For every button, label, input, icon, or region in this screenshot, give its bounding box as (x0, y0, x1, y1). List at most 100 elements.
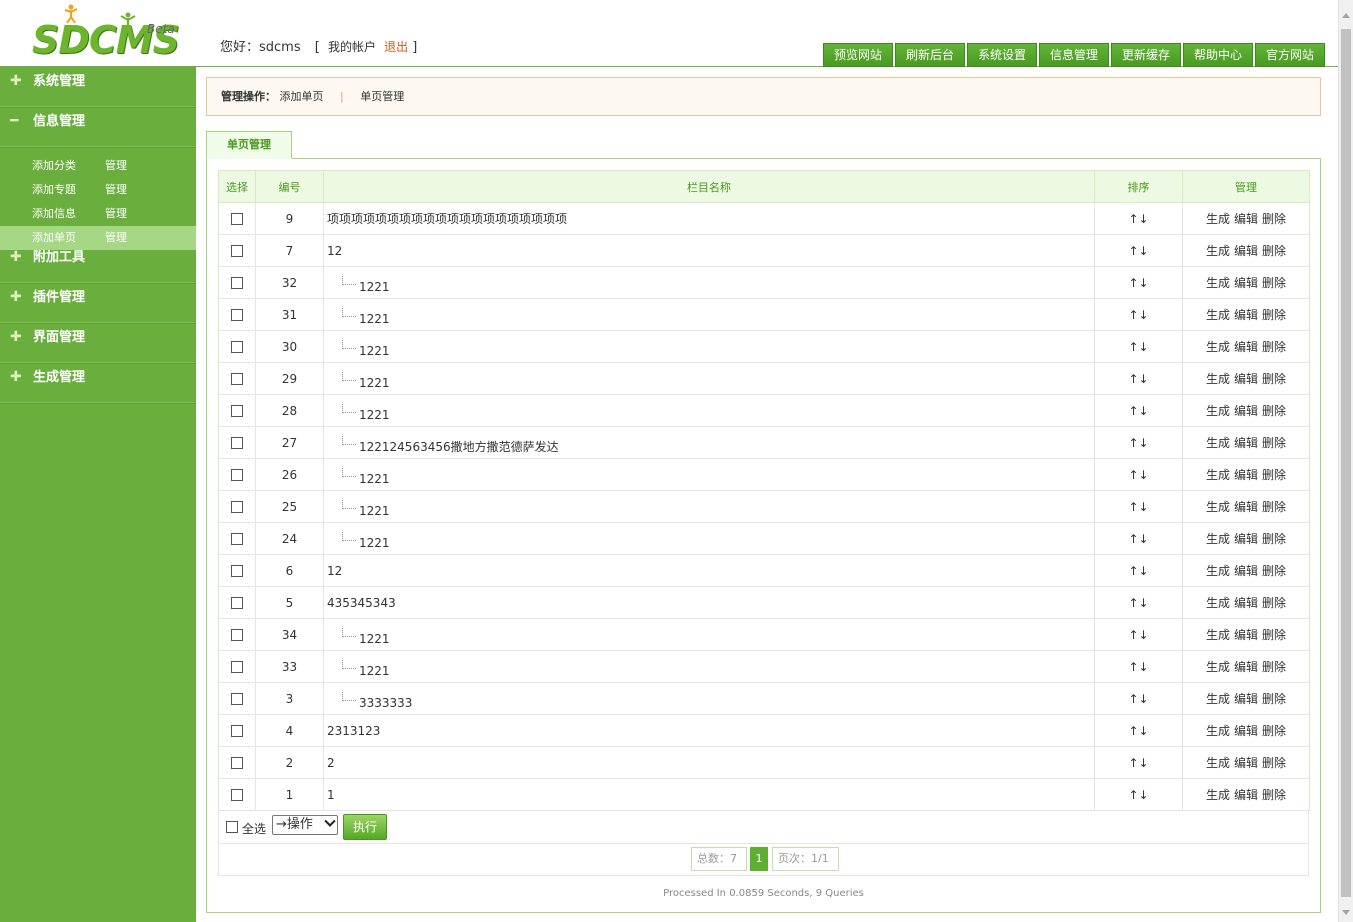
delete-link[interactable]: 删除 (1262, 756, 1286, 770)
sort-arrows-icon[interactable]: ↑↓ (1128, 724, 1148, 738)
delete-link[interactable]: 删除 (1262, 212, 1286, 226)
edit-link[interactable]: 编辑 (1234, 692, 1258, 706)
row-checkbox[interactable] (231, 789, 243, 801)
row-name[interactable]: 1221 (359, 536, 390, 550)
row-name[interactable]: 12 (327, 244, 342, 258)
delete-link[interactable]: 删除 (1262, 404, 1286, 418)
sort-arrows-icon[interactable]: ↑↓ (1128, 500, 1148, 514)
edit-link[interactable]: 编辑 (1234, 532, 1258, 546)
sidebar-group-plugins[interactable]: ✚ 插件管理 (0, 283, 196, 323)
row-checkbox[interactable] (231, 213, 243, 225)
delete-link[interactable]: 删除 (1262, 596, 1286, 610)
delete-link[interactable]: 删除 (1262, 244, 1286, 258)
edit-link[interactable]: 编辑 (1234, 564, 1258, 578)
edit-link[interactable]: 编辑 (1234, 340, 1258, 354)
delete-link[interactable]: 删除 (1262, 372, 1286, 386)
row-name[interactable]: 1221 (359, 632, 390, 646)
generate-link[interactable]: 生成 (1206, 724, 1230, 738)
sidebar-group-info[interactable]: ━ 信息管理 (0, 107, 196, 147)
row-checkbox[interactable] (231, 565, 243, 577)
generate-link[interactable]: 生成 (1206, 404, 1230, 418)
nav-system-settings[interactable]: 系统设置 (967, 43, 1037, 67)
row-checkbox[interactable] (231, 309, 243, 321)
action-select[interactable]: →操作 (272, 815, 338, 835)
row-name[interactable]: 1221 (359, 312, 390, 326)
row-checkbox[interactable] (231, 725, 243, 737)
row-name[interactable]: 1221 (359, 504, 390, 518)
edit-link[interactable]: 编辑 (1234, 212, 1258, 226)
row-checkbox[interactable] (231, 469, 243, 481)
row-checkbox[interactable] (231, 501, 243, 513)
generate-link[interactable]: 生成 (1206, 660, 1230, 674)
row-name[interactable]: 3333333 (359, 696, 412, 710)
row-name[interactable]: 2313123 (327, 724, 380, 738)
row-checkbox[interactable] (231, 245, 243, 257)
sidebar-group-interface[interactable]: ✚ 界面管理 (0, 323, 196, 363)
sdcms-logo[interactable]: SDCMS Beta (30, 4, 180, 62)
add-topic-link[interactable]: 添加专题 (32, 178, 76, 202)
select-all-checkbox[interactable] (226, 821, 238, 833)
delete-link[interactable]: 删除 (1262, 436, 1286, 450)
nav-update-cache[interactable]: 更新缓存 (1111, 43, 1181, 67)
delete-link[interactable]: 删除 (1262, 468, 1286, 482)
generate-link[interactable]: 生成 (1206, 372, 1230, 386)
scroll-up-icon[interactable] (1342, 13, 1350, 18)
sort-arrows-icon[interactable]: ↑↓ (1128, 404, 1148, 418)
delete-link[interactable]: 删除 (1262, 340, 1286, 354)
edit-link[interactable]: 编辑 (1234, 244, 1258, 258)
edit-link[interactable]: 编辑 (1234, 468, 1258, 482)
row-name[interactable]: 1 (327, 788, 335, 802)
sort-arrows-icon[interactable]: ↑↓ (1128, 692, 1148, 706)
manage-page-action[interactable]: 单页管理 (360, 90, 404, 103)
manage-info-link[interactable]: 管理 (105, 202, 127, 226)
edit-link[interactable]: 编辑 (1234, 276, 1258, 290)
row-name[interactable]: 122124563456撒地方撒范德萨发达 (359, 440, 559, 454)
my-account-link[interactable]: 我的帐户 (328, 40, 376, 54)
generate-link[interactable]: 生成 (1206, 628, 1230, 642)
generate-link[interactable]: 生成 (1206, 436, 1230, 450)
manage-category-link[interactable]: 管理 (105, 154, 127, 178)
delete-link[interactable]: 删除 (1262, 308, 1286, 322)
generate-link[interactable]: 生成 (1206, 340, 1230, 354)
delete-link[interactable]: 删除 (1262, 660, 1286, 674)
sidebar-group-system[interactable]: ✚ 系统管理 (0, 67, 196, 107)
sort-arrows-icon[interactable]: ↑↓ (1128, 660, 1148, 674)
row-name[interactable]: 1221 (359, 472, 390, 486)
generate-link[interactable]: 生成 (1206, 276, 1230, 290)
sort-arrows-icon[interactable]: ↑↓ (1128, 212, 1148, 226)
generate-link[interactable]: 生成 (1206, 500, 1230, 514)
generate-link[interactable]: 生成 (1206, 308, 1230, 322)
edit-link[interactable]: 编辑 (1234, 756, 1258, 770)
sort-arrows-icon[interactable]: ↑↓ (1128, 564, 1148, 578)
edit-link[interactable]: 编辑 (1234, 308, 1258, 322)
sidebar-group-generate[interactable]: ✚ 生成管理 (0, 363, 196, 403)
row-checkbox[interactable] (231, 629, 243, 641)
nav-official-site[interactable]: 官方网站 (1255, 43, 1325, 67)
row-checkbox[interactable] (231, 533, 243, 545)
add-info-link[interactable]: 添加信息 (32, 202, 76, 226)
edit-link[interactable]: 编辑 (1234, 788, 1258, 802)
generate-link[interactable]: 生成 (1206, 212, 1230, 226)
sort-arrows-icon[interactable]: ↑↓ (1128, 308, 1148, 322)
nav-help-center[interactable]: 帮助中心 (1183, 43, 1253, 67)
sort-arrows-icon[interactable]: ↑↓ (1128, 788, 1148, 802)
generate-link[interactable]: 生成 (1206, 244, 1230, 258)
edit-link[interactable]: 编辑 (1234, 436, 1258, 450)
row-checkbox[interactable] (231, 405, 243, 417)
sort-arrows-icon[interactable]: ↑↓ (1128, 468, 1148, 482)
sort-arrows-icon[interactable]: ↑↓ (1128, 756, 1148, 770)
vertical-scrollbar[interactable] (1338, 0, 1353, 922)
row-name[interactable]: 1221 (359, 376, 390, 390)
edit-link[interactable]: 编辑 (1234, 372, 1258, 386)
row-checkbox[interactable] (231, 437, 243, 449)
edit-link[interactable]: 编辑 (1234, 724, 1258, 738)
row-name[interactable]: 1221 (359, 344, 390, 358)
row-checkbox[interactable] (231, 373, 243, 385)
delete-link[interactable]: 删除 (1262, 564, 1286, 578)
sidebar-group-tools[interactable]: ✚ 附加工具 (0, 243, 196, 283)
edit-link[interactable]: 编辑 (1234, 596, 1258, 610)
row-name[interactable]: 2 (327, 756, 335, 770)
edit-link[interactable]: 编辑 (1234, 404, 1258, 418)
nav-refresh-admin[interactable]: 刷新后台 (895, 43, 965, 67)
sort-arrows-icon[interactable]: ↑↓ (1128, 276, 1148, 290)
